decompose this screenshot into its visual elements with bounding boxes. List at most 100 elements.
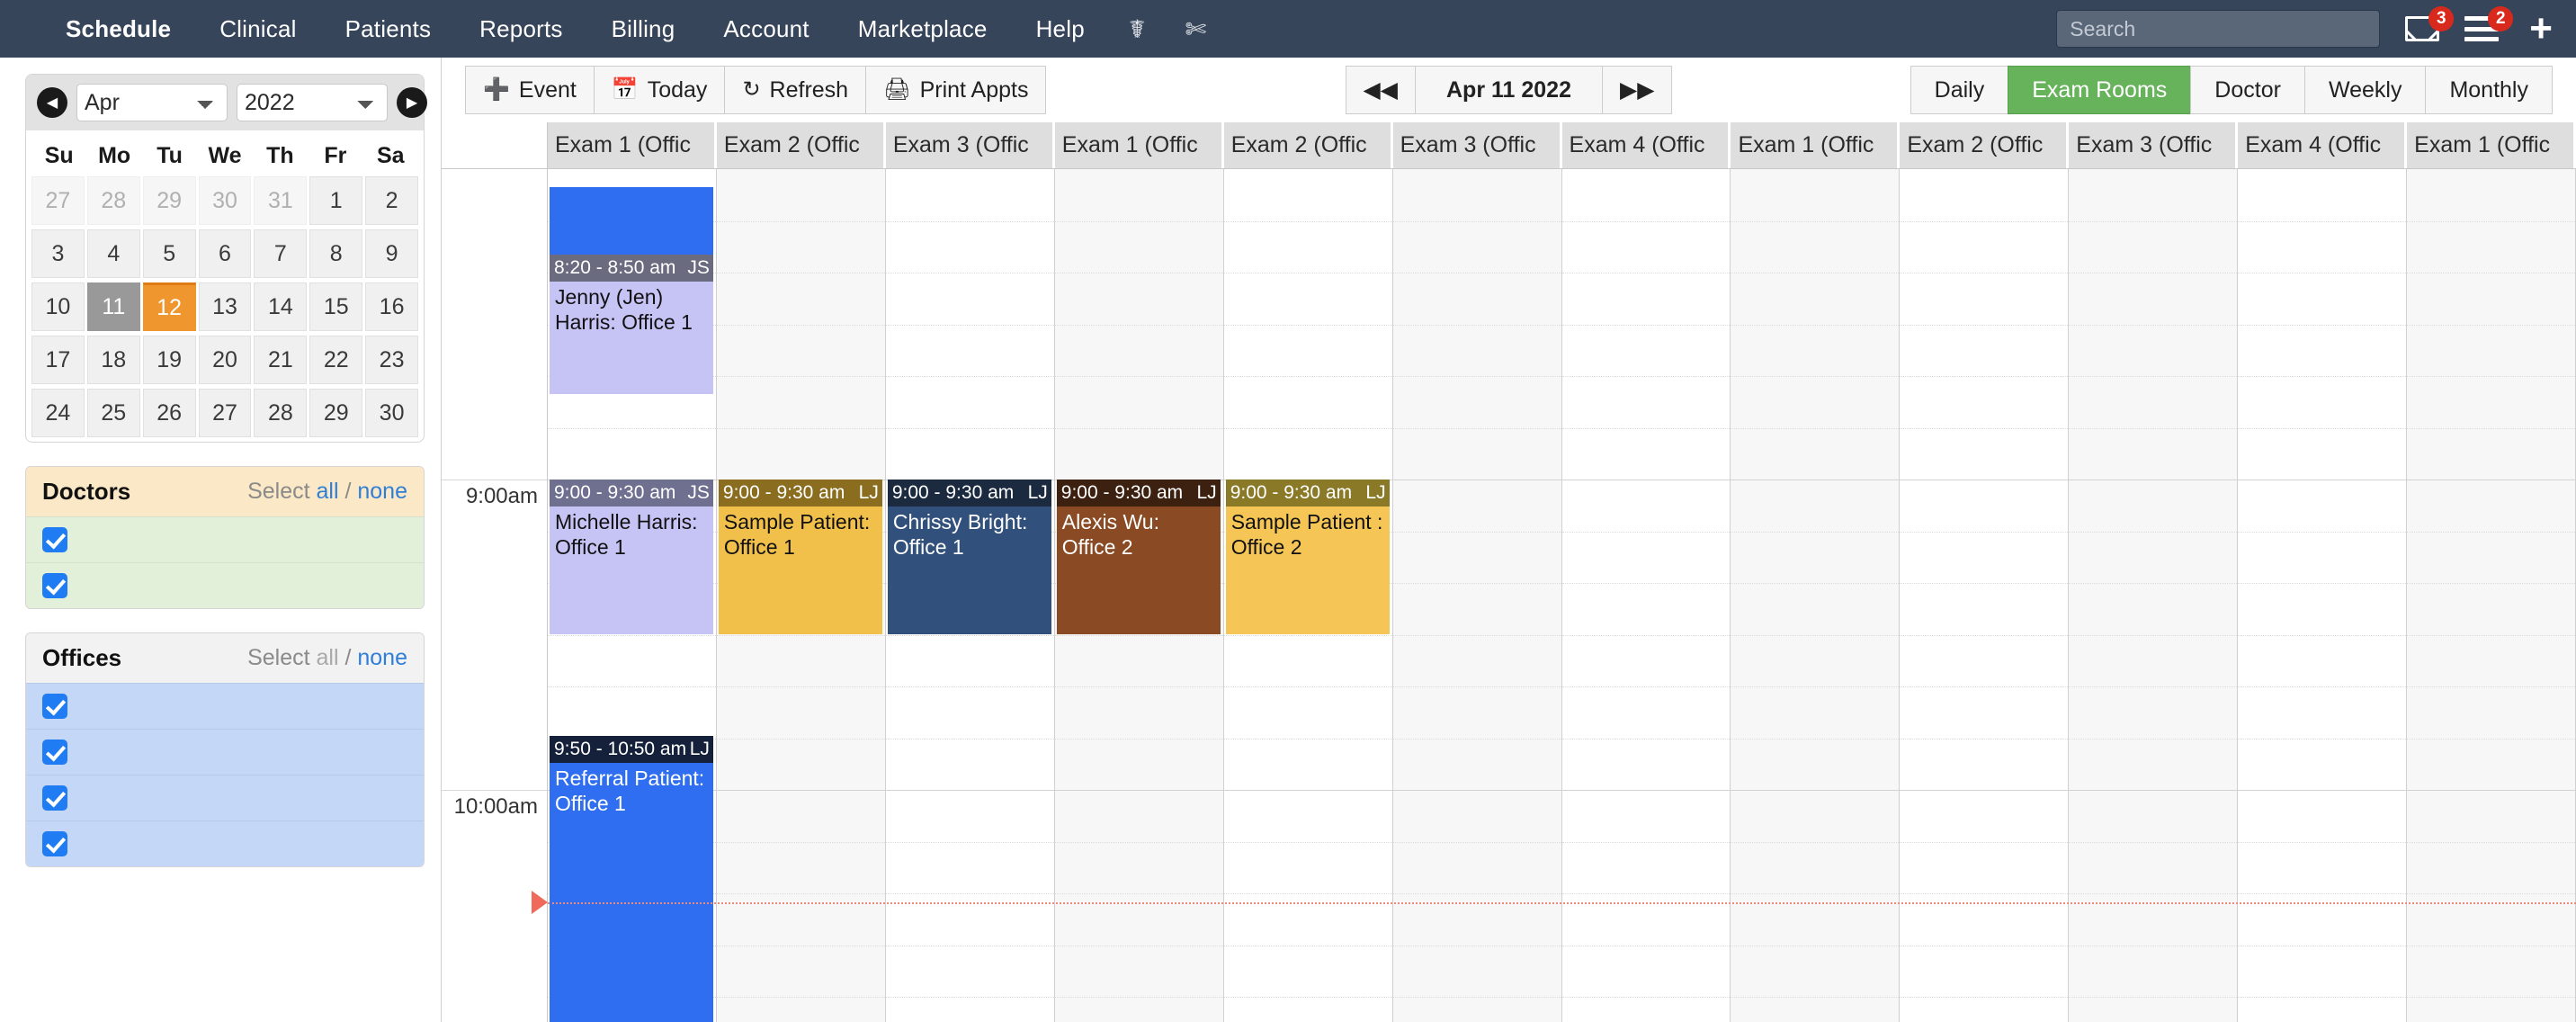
calendar-day-29[interactable]: 29	[142, 176, 196, 225]
exam-room-column-header[interactable]: Exam 1 (Offic	[1054, 122, 1224, 168]
office-checkbox[interactable]	[42, 694, 67, 719]
calendar-day-23[interactable]: 23	[365, 336, 419, 384]
exam-room-column[interactable]: 9:00 - 9:30 am LJ Chrissy Bright: Office 1	[885, 169, 1055, 1022]
calendar-day-4[interactable]: 4	[86, 229, 140, 278]
exam-room-column-header[interactable]: Exam 2 (Offic	[716, 122, 886, 168]
print-appts-button[interactable]: 🖨 Print Appts	[865, 66, 1047, 114]
exam-room-column[interactable]	[2069, 169, 2239, 1022]
calendar-day-15[interactable]: 15	[309, 282, 363, 331]
offices-select-none-link[interactable]: none	[357, 645, 407, 670]
calendar-day-30[interactable]: 30	[198, 176, 252, 225]
view-button-exam-rooms[interactable]: Exam Rooms	[2008, 66, 2191, 114]
calendar-day-21[interactable]: 21	[254, 336, 308, 384]
doctor-row[interactable]	[26, 562, 424, 608]
appointment-block[interactable]: 9:50 - 10:50 am LJ Referral Patient: Offic…	[550, 736, 713, 1022]
view-button-doctor[interactable]: Doctor	[2190, 66, 2304, 114]
nav-item-clinical[interactable]: Clinical	[195, 15, 320, 43]
calendar-day-6[interactable]: 6	[198, 229, 252, 278]
calendar-day-31[interactable]: 31	[254, 176, 308, 225]
exam-room-column[interactable]	[1392, 169, 1562, 1022]
office-checkbox[interactable]	[42, 831, 67, 856]
office-row[interactable]	[26, 820, 424, 866]
doctors-select-all-link[interactable]: all	[317, 479, 339, 504]
messages-button[interactable]: 3	[2405, 6, 2455, 41]
view-button-daily[interactable]: Daily	[1910, 66, 2008, 114]
doctors-select-none-link[interactable]: none	[357, 479, 407, 504]
exam-room-column[interactable]	[2407, 169, 2576, 1022]
search-input[interactable]	[2056, 10, 2381, 48]
current-date-label[interactable]: Apr 11 2022	[1415, 66, 1602, 114]
office-row[interactable]	[26, 683, 424, 729]
nav-item-billing[interactable]: Billing	[587, 15, 700, 43]
exam-room-column[interactable]	[1561, 169, 1731, 1022]
calendar-day-10[interactable]: 10	[31, 282, 85, 331]
calendar-day-17[interactable]: 17	[31, 336, 85, 384]
exam-room-column[interactable]	[1731, 169, 1901, 1022]
appointment-block[interactable]: 9:00 - 9:30 am JS Michelle Harris: Office …	[550, 480, 713, 634]
exam-room-column[interactable]: 8:20 - 8:50 am JS Jenny (Jen) Harris: Offi…	[548, 169, 717, 1022]
exam-room-column[interactable]: 9:00 - 9:30 am LJ Alexis Wu: Office 2	[1054, 169, 1224, 1022]
nav-item-account[interactable]: Account	[699, 15, 833, 43]
calendar-day-22[interactable]: 22	[309, 336, 363, 384]
calendar-day-5[interactable]: 5	[142, 229, 196, 278]
doctor-checkbox[interactable]	[42, 573, 67, 598]
office-checkbox[interactable]	[42, 740, 67, 765]
calendar-day-26[interactable]: 26	[142, 389, 196, 437]
calendar-day-28[interactable]: 28	[86, 176, 140, 225]
exam-room-column-header[interactable]: Exam 2 (Offic	[1900, 122, 2070, 168]
office-checkbox[interactable]	[42, 785, 67, 811]
nav-item-schedule[interactable]: Schedule	[41, 15, 195, 43]
calendar-day-20[interactable]: 20	[198, 336, 252, 384]
appointment-block[interactable]: 9:00 - 9:30 am LJ Chrissy Bright: Office 1	[887, 480, 1051, 634]
next-day-button[interactable]: ▶▶	[1602, 66, 1673, 114]
exam-room-column[interactable]	[2238, 169, 2408, 1022]
calendar-day-8[interactable]: 8	[309, 229, 363, 278]
nav-item-marketplace[interactable]: Marketplace	[834, 15, 1012, 43]
doctor-row[interactable]	[26, 516, 424, 562]
exam-room-column-header[interactable]: Exam 1 (Offic	[548, 122, 717, 168]
exam-room-column[interactable]: 9:00 - 9:30 am LJ Sample Patient: Office 1	[716, 169, 886, 1022]
calendar-day-11[interactable]: 11	[86, 282, 140, 331]
calendar-day-24[interactable]: 24	[31, 389, 85, 437]
calendar-day-9[interactable]: 9	[365, 229, 419, 278]
calendar-day-28[interactable]: 28	[254, 389, 308, 437]
appointment-block[interactable]: 9:00 - 9:30 am LJ Sample Patient : Office …	[1225, 480, 1390, 634]
office-row[interactable]	[26, 729, 424, 775]
nav-item-reports[interactable]: Reports	[455, 15, 586, 43]
year-select[interactable]: 20202021202220232024	[237, 84, 388, 121]
add-new-icon[interactable]: +	[2529, 9, 2553, 49]
calendar-day-30[interactable]: 30	[365, 389, 419, 437]
offices-select-all-link[interactable]: all	[317, 645, 339, 670]
exam-room-column-header[interactable]: Exam 1 (Offic	[1731, 122, 1901, 168]
refresh-button[interactable]: ↻ Refresh	[724, 66, 866, 114]
exam-room-column-header[interactable]: Exam 1 (Offic	[2407, 122, 2576, 168]
exam-room-column-header[interactable]: Exam 3 (Offic	[2069, 122, 2239, 168]
exam-room-column-header[interactable]: Exam 4 (Offic	[2238, 122, 2408, 168]
calendar-day-25[interactable]: 25	[86, 389, 140, 437]
exam-room-column-header[interactable]: Exam 3 (Offic	[1392, 122, 1562, 168]
view-button-monthly[interactable]: Monthly	[2425, 66, 2553, 114]
nav-item-help[interactable]: Help	[1012, 15, 1109, 43]
exam-room-column-header[interactable]: Exam 3 (Offic	[885, 122, 1055, 168]
view-button-weekly[interactable]: Weekly	[2303, 66, 2426, 114]
month-select[interactable]: JanFebMarAprMayJunJulAugSepOctNovDec	[76, 84, 228, 121]
add-event-button[interactable]: ➕ Event	[465, 66, 594, 114]
exam-room-column-header[interactable]: Exam 2 (Offic	[1223, 122, 1393, 168]
appointment-block-empty[interactable]	[550, 187, 713, 255]
mini-calendar-next-icon[interactable]: ▶	[397, 87, 427, 118]
calendar-day-1[interactable]: 1	[309, 176, 363, 225]
calendar-day-12[interactable]: 12	[142, 282, 196, 331]
scissors-icon[interactable]: ✄	[1166, 14, 1226, 44]
exam-room-column-header[interactable]: Exam 4 (Offic	[1561, 122, 1731, 168]
calendar-day-18[interactable]: 18	[86, 336, 140, 384]
mini-calendar-prev-icon[interactable]: ◀	[37, 87, 67, 118]
exam-room-column[interactable]: 9:00 - 9:30 am LJ Sample Patient : Office …	[1223, 169, 1393, 1022]
calendar-day-19[interactable]: 19	[142, 336, 196, 384]
exam-room-column[interactable]	[1900, 169, 2070, 1022]
appointment-block[interactable]: 9:00 - 9:30 am LJ Alexis Wu: Office 2	[1056, 480, 1221, 634]
appointment-block[interactable]: 9:00 - 9:30 am LJ Sample Patient: Office 1	[718, 480, 882, 634]
calendar-day-3[interactable]: 3	[31, 229, 85, 278]
office-row[interactable]	[26, 775, 424, 820]
calendar-day-16[interactable]: 16	[365, 282, 419, 331]
calendar-day-13[interactable]: 13	[198, 282, 252, 331]
